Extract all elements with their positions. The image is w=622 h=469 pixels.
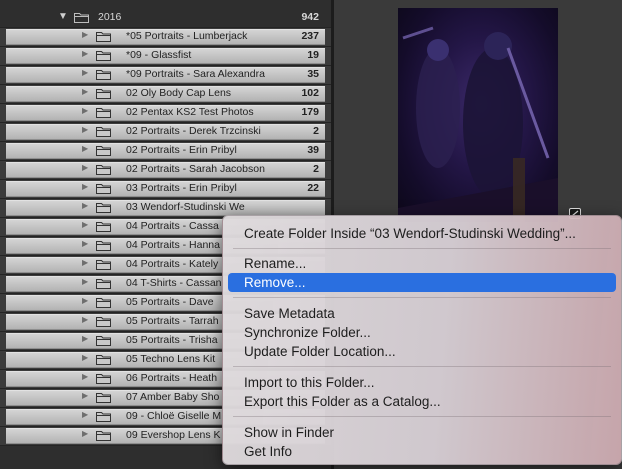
folder-icon xyxy=(96,355,111,365)
menu-separator xyxy=(233,248,611,249)
folder-icon xyxy=(96,374,111,384)
folder-icon xyxy=(96,32,111,42)
triangle-right-icon[interactable]: ▶ xyxy=(82,163,88,172)
triangle-right-icon[interactable]: ▶ xyxy=(82,277,88,286)
folder-icon xyxy=(96,317,111,327)
folder-icon xyxy=(96,393,111,403)
folder-icon xyxy=(96,127,111,137)
menu-separator xyxy=(233,297,611,298)
folder-row[interactable]: ▶ *09 - Glassfist 19 xyxy=(0,47,331,66)
folder-row[interactable]: ▶ 03 Portraits - Erin Pribyl 22 xyxy=(0,180,331,199)
triangle-right-icon[interactable]: ▶ xyxy=(82,391,88,400)
context-menu: Create Folder Inside “03 Wendorf-Studins… xyxy=(222,215,622,465)
folder-row[interactable]: ▶ *09 Portraits - Sara Alexandra 35 xyxy=(0,66,331,85)
folder-icon xyxy=(96,241,111,251)
menu-get-info[interactable]: Get Info xyxy=(228,442,616,461)
folder-count: 102 xyxy=(301,87,319,99)
folder-icon xyxy=(96,70,111,80)
folder-icon xyxy=(96,279,111,289)
triangle-right-icon[interactable]: ▶ xyxy=(82,30,88,39)
folder-count: 2 xyxy=(313,163,319,175)
folder-name: *09 - Glassfist xyxy=(126,49,192,61)
folder-icon xyxy=(96,298,111,308)
folder-icon xyxy=(96,222,111,232)
triangle-right-icon[interactable]: ▶ xyxy=(82,87,88,96)
folder-name: 02 Portraits - Derek Trzcinski xyxy=(126,125,261,137)
menu-synchronize-folder[interactable]: Synchronize Folder... xyxy=(228,323,616,342)
folder-icon xyxy=(96,336,111,346)
folder-count: 179 xyxy=(301,106,319,118)
triangle-right-icon[interactable]: ▶ xyxy=(82,429,88,438)
menu-import-to-folder[interactable]: Import to this Folder... xyxy=(228,373,616,392)
triangle-right-icon[interactable]: ▶ xyxy=(82,315,88,324)
photo-thumbnail[interactable] xyxy=(398,8,558,222)
folder-count: 942 xyxy=(301,11,319,23)
triangle-right-icon[interactable]: ▶ xyxy=(82,334,88,343)
menu-show-in-finder[interactable]: Show in Finder xyxy=(228,423,616,442)
folder-icon xyxy=(74,13,89,23)
triangle-right-icon[interactable]: ▶ xyxy=(82,182,88,191)
folder-count: 19 xyxy=(307,49,319,61)
menu-update-folder-location[interactable]: Update Folder Location... xyxy=(228,342,616,361)
triangle-right-icon[interactable]: ▶ xyxy=(82,296,88,305)
folder-icon xyxy=(96,89,111,99)
folder-row-2016[interactable]: ▼ 2016 942 xyxy=(0,9,331,28)
folder-name: 02 Oly Body Cap Lens xyxy=(126,87,232,99)
menu-separator xyxy=(233,416,611,417)
triangle-right-icon[interactable]: ▶ xyxy=(82,106,88,115)
folder-name: 02 Portraits - Erin Pribyl xyxy=(126,144,237,156)
triangle-right-icon[interactable]: ▶ xyxy=(82,220,88,229)
concert-photo xyxy=(398,26,558,222)
triangle-right-icon[interactable]: ▶ xyxy=(82,258,88,267)
triangle-right-icon[interactable]: ▶ xyxy=(82,372,88,381)
triangle-right-icon[interactable]: ▶ xyxy=(82,353,88,362)
menu-export-as-catalog[interactable]: Export this Folder as a Catalog... xyxy=(228,392,616,411)
folder-icon xyxy=(96,184,111,194)
folder-icon xyxy=(96,165,111,175)
folder-icon xyxy=(96,51,111,61)
folder-icon xyxy=(96,203,111,213)
folder-name: 03 Portraits - Erin Pribyl xyxy=(126,182,237,194)
menu-rename[interactable]: Rename... xyxy=(228,254,616,273)
folder-icon xyxy=(96,431,111,441)
folder-count: 2 xyxy=(313,125,319,137)
folder-row[interactable]: ▶ *05 Portraits - Lumberjack 237 xyxy=(0,28,331,47)
folder-icon xyxy=(96,108,111,118)
folder-row[interactable]: ▶ 02 Portraits - Erin Pribyl 39 xyxy=(0,142,331,161)
folder-name: 03 Wendorf-Studinski We xyxy=(126,201,245,213)
triangle-right-icon[interactable]: ▶ xyxy=(82,125,88,134)
menu-save-metadata[interactable]: Save Metadata xyxy=(228,304,616,323)
triangle-right-icon[interactable]: ▶ xyxy=(82,144,88,153)
menu-create-folder-inside[interactable]: Create Folder Inside “03 Wendorf-Studins… xyxy=(228,224,616,243)
triangle-down-icon[interactable]: ▼ xyxy=(58,11,68,22)
folder-name: 02 Portraits - Sarah Jacobson xyxy=(126,163,265,175)
folder-row[interactable]: ▶ 02 Oly Body Cap Lens 102 xyxy=(0,85,331,104)
folder-name: *05 Portraits - Lumberjack xyxy=(126,30,248,42)
folder-count: 237 xyxy=(301,30,319,42)
triangle-right-icon[interactable]: ▶ xyxy=(82,49,88,58)
folder-row[interactable]: ▶ 02 Portraits - Derek Trzcinski 2 xyxy=(0,123,331,142)
triangle-right-icon[interactable]: ▶ xyxy=(82,239,88,248)
folder-icon xyxy=(96,146,111,156)
triangle-right-icon[interactable]: ▶ xyxy=(82,201,88,210)
triangle-right-icon[interactable]: ▶ xyxy=(82,68,88,77)
folder-row[interactable]: ▶ 02 Portraits - Sarah Jacobson 2 xyxy=(0,161,331,180)
folder-count: 22 xyxy=(307,182,319,194)
folder-name: 2016 xyxy=(98,11,122,23)
folder-count: 35 xyxy=(307,68,319,80)
folder-name: *09 Portraits - Sara Alexandra xyxy=(126,68,265,80)
folder-icon xyxy=(96,260,111,270)
folder-row[interactable]: ▶ 02 Pentax KS2 Test Photos 179 xyxy=(0,104,331,123)
folder-icon xyxy=(96,412,111,422)
folder-count: 39 xyxy=(307,144,319,156)
menu-remove[interactable]: Remove... xyxy=(228,273,616,292)
folder-name: 02 Pentax KS2 Test Photos xyxy=(126,106,254,118)
triangle-right-icon[interactable]: ▶ xyxy=(82,410,88,419)
menu-separator xyxy=(233,366,611,367)
